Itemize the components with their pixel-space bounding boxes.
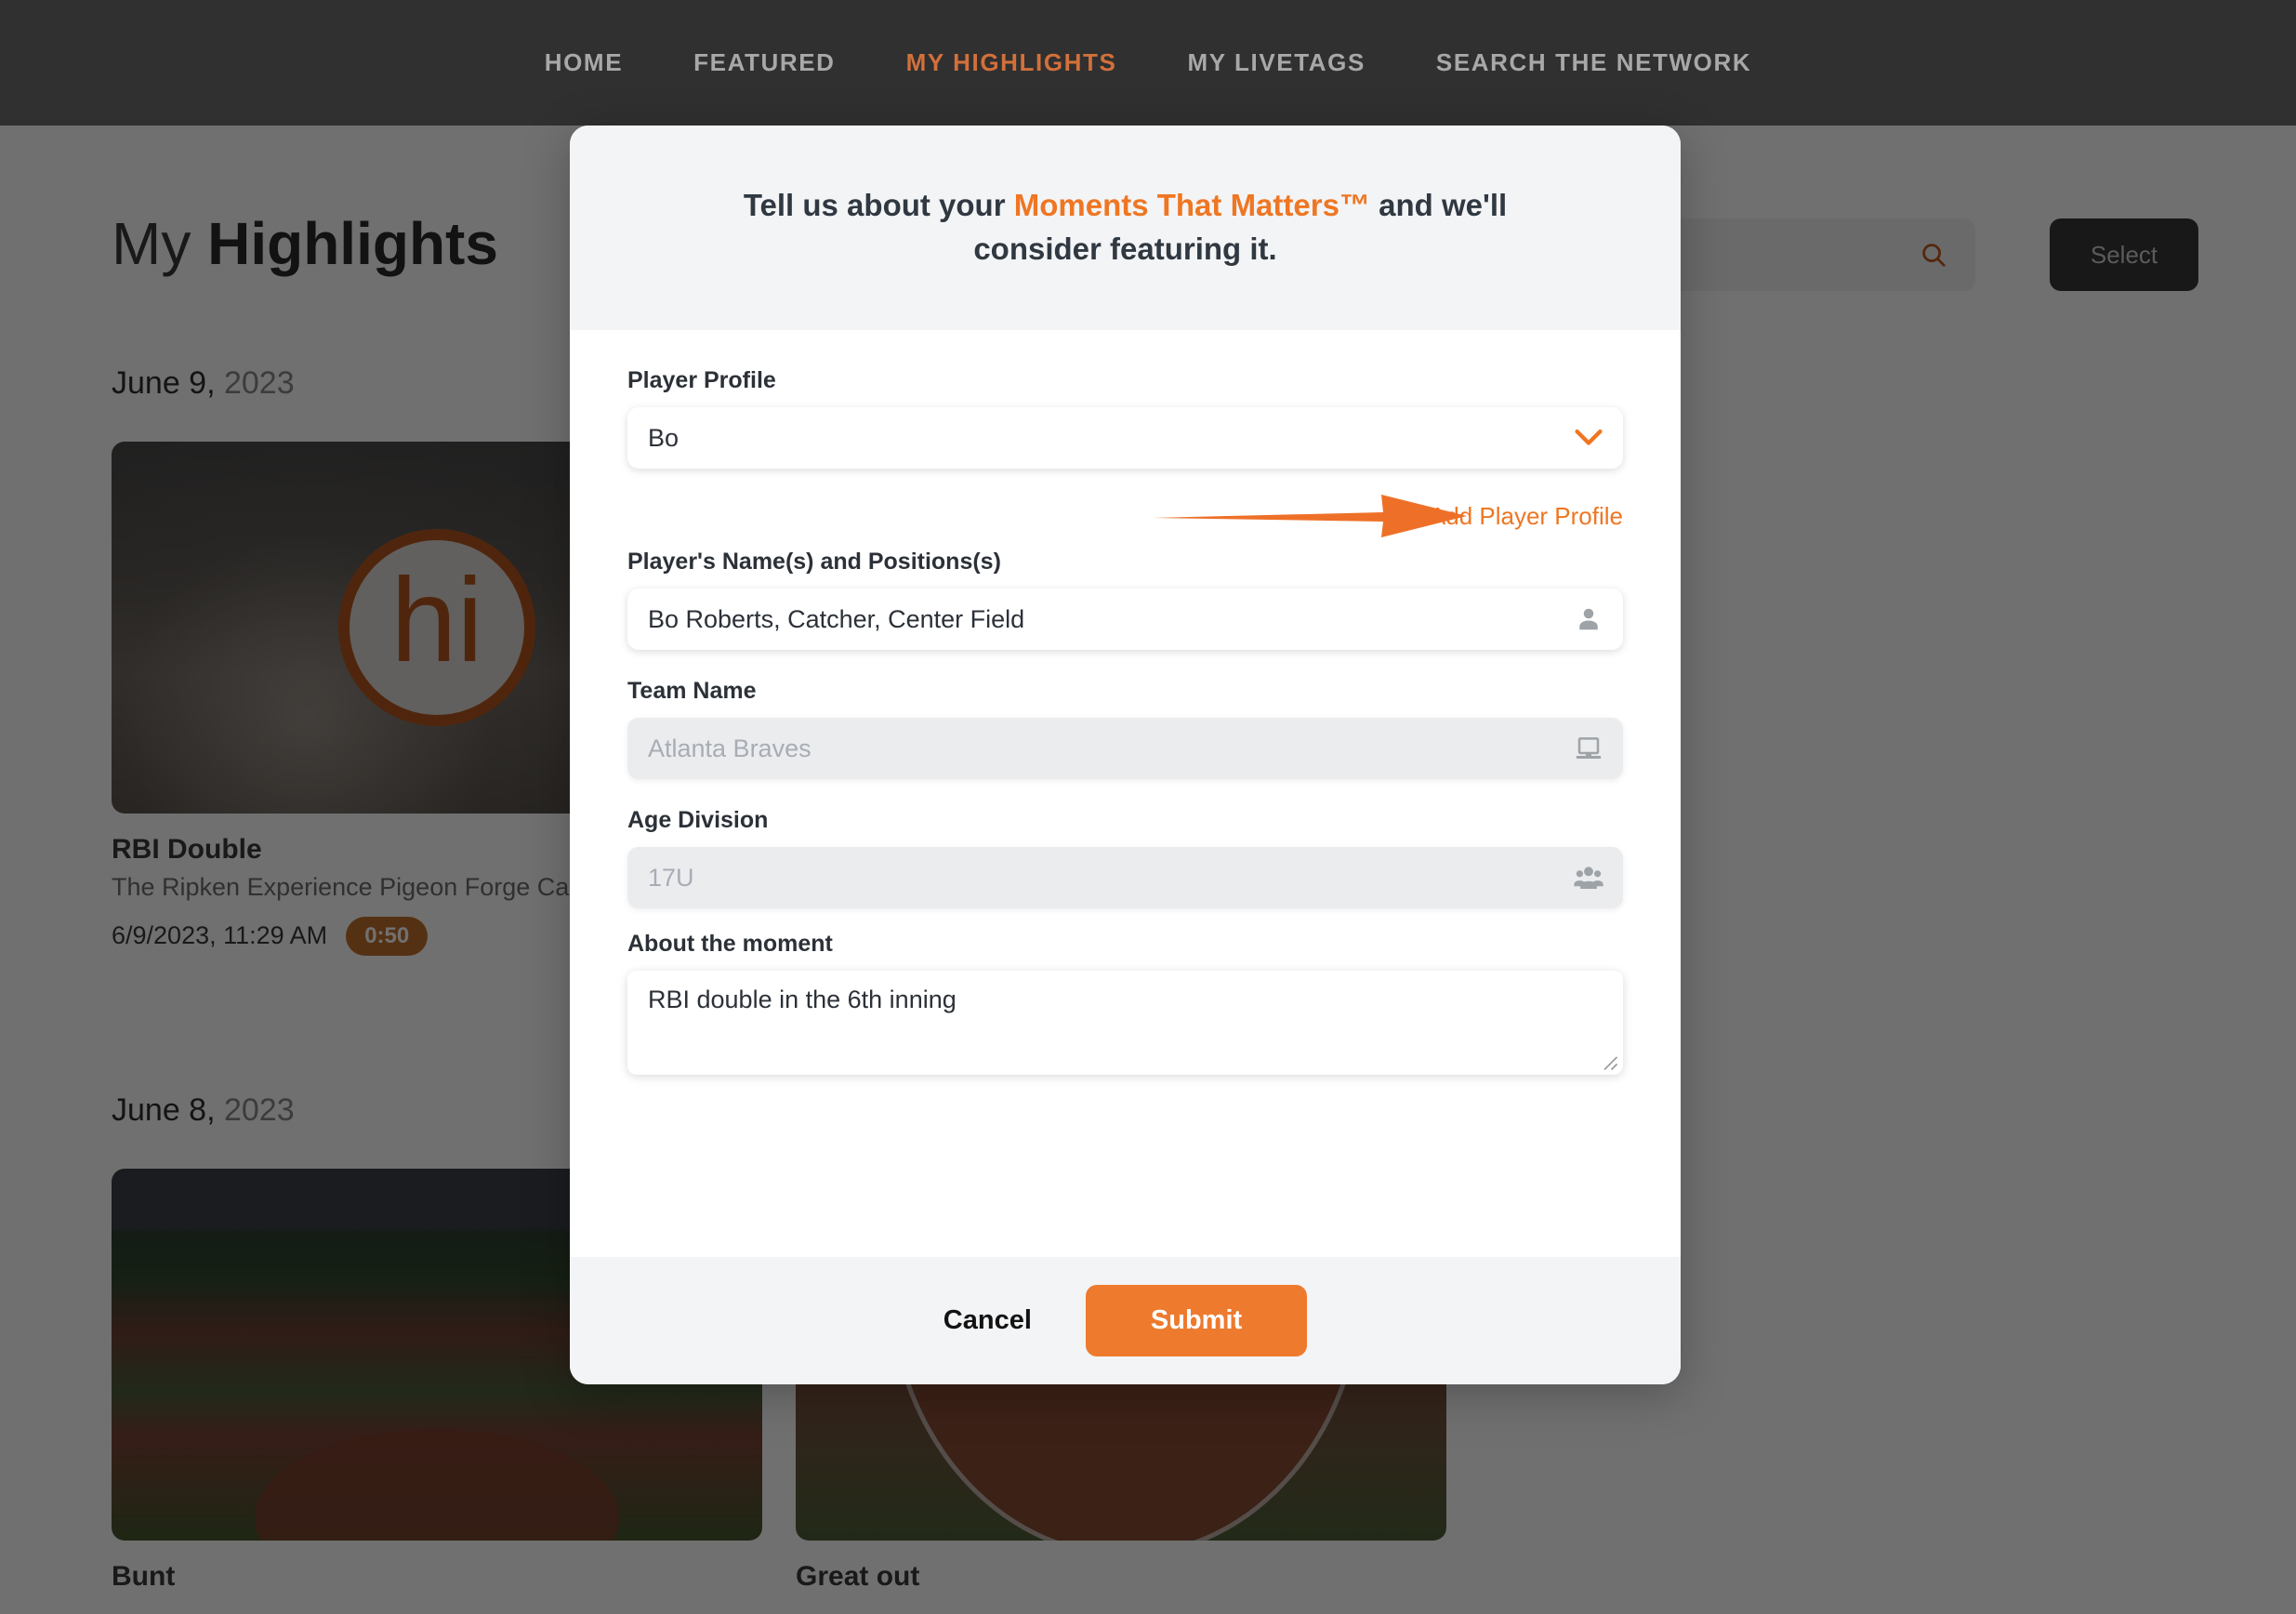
- add-player-profile-row: Add Player Profile: [627, 483, 1623, 549]
- player-profile-select[interactable]: Bo: [627, 407, 1623, 469]
- team-name-label: Team Name: [627, 678, 757, 704]
- monitor-icon: [1573, 733, 1604, 764]
- nav-item-home[interactable]: HOME: [509, 48, 658, 77]
- age-division-placeholder: 17U: [648, 863, 694, 892]
- team-name-placeholder: Atlanta Braves: [648, 734, 812, 762]
- player-profile-label: Player Profile: [627, 367, 776, 393]
- modal-title: Tell us about your Moments That Matters™…: [681, 184, 1569, 271]
- nav-item-search-the-network[interactable]: SEARCH THE NETWORK: [1401, 48, 1787, 77]
- about-moment-textarea[interactable]: RBI double in the 6th inning: [627, 971, 1623, 1075]
- player-names-value: Bo Roberts, Catcher, Center Field: [648, 604, 1025, 633]
- player-names-input[interactable]: Bo Roberts, Catcher, Center Field: [627, 589, 1623, 650]
- player-names-label: Player's Name(s) and Positions(s): [627, 549, 1001, 575]
- nav-item-my-livetags[interactable]: MY LIVETAGS: [1152, 48, 1400, 77]
- about-moment-value: RBI double in the 6th inning: [648, 986, 957, 1013]
- top-navigation: HOME FEATURED MY HIGHLIGHTS MY LIVETAGS …: [0, 0, 2296, 126]
- team-name-input[interactable]: Atlanta Braves: [627, 718, 1623, 779]
- age-division-label: Age Division: [627, 807, 769, 833]
- age-division-input[interactable]: 17U: [627, 847, 1623, 908]
- resize-handle-icon[interactable]: [1602, 1054, 1618, 1071]
- modal-title-accent: Moments That Matters™: [1013, 188, 1370, 223]
- people-group-icon: [1573, 862, 1604, 893]
- nav-item-my-highlights[interactable]: MY HIGHLIGHTS: [871, 48, 1153, 77]
- nav-item-featured[interactable]: FEATURED: [658, 48, 870, 77]
- person-icon: [1573, 603, 1604, 635]
- modal-body: Player Profile Bo Add Player Profile Pla…: [570, 330, 1681, 1257]
- player-profile-value: Bo: [648, 423, 680, 452]
- about-moment-label: About the moment: [627, 931, 833, 957]
- modal-header: Tell us about your Moments That Matters™…: [570, 126, 1681, 330]
- cancel-button[interactable]: Cancel: [943, 1305, 1032, 1336]
- moments-that-matter-modal: Tell us about your Moments That Matters™…: [570, 126, 1681, 1384]
- submit-button[interactable]: Submit: [1085, 1285, 1308, 1356]
- arrow-right-icon: [1153, 495, 1467, 537]
- modal-footer: Cancel Submit: [570, 1257, 1681, 1384]
- app-root: HOME FEATURED MY HIGHLIGHTS MY LIVETAGS …: [0, 0, 2296, 1614]
- modal-title-before: Tell us about your: [743, 188, 1014, 223]
- chevron-down-icon[interactable]: [1573, 422, 1604, 454]
